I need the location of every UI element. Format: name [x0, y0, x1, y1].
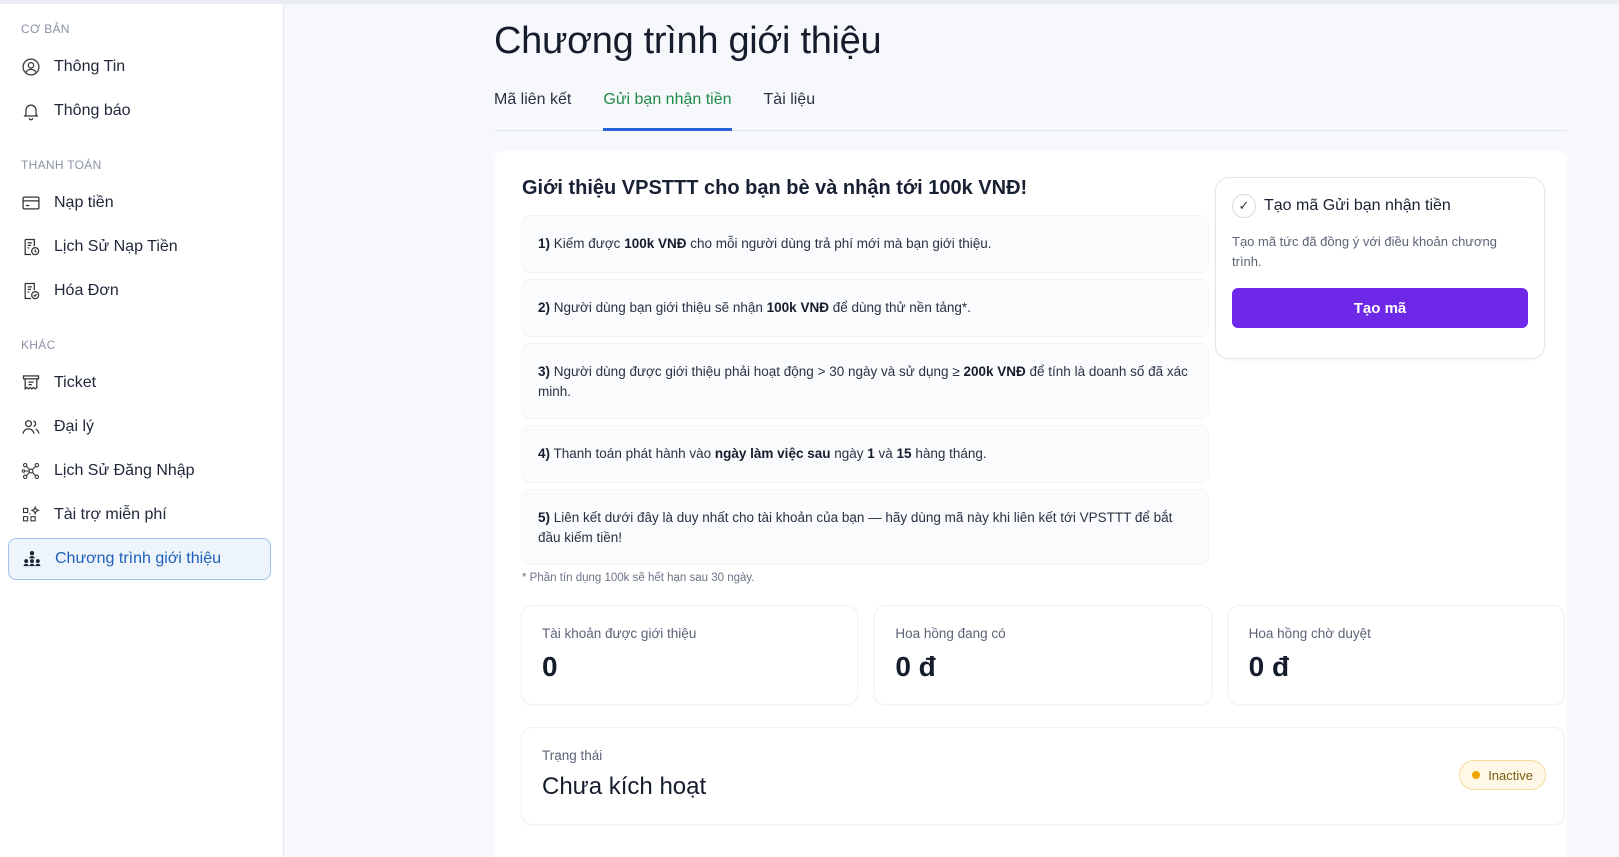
sidebar-item-agency[interactable]: Đại lý: [8, 406, 271, 448]
create-code-card: ✓ Tạo mã Gửi bạn nhận tiền Tạo mã tức đã…: [1215, 177, 1545, 359]
rule-emphasis: ngày làm việc sau: [714, 446, 831, 461]
section-label-other: KHÁC: [21, 338, 56, 352]
tab-affiliate-code[interactable]: Mã liên kết: [494, 85, 571, 131]
rule-text: và: [874, 446, 897, 461]
bell-icon: [20, 100, 42, 122]
sidebar-item-topup[interactable]: Nạp tiền: [8, 182, 271, 224]
stat-value: 0: [542, 651, 558, 682]
footnote: * Phần tín dụng 100k sẽ hết hạn sau 30 n…: [522, 572, 755, 584]
network-icon: [20, 460, 42, 482]
status-label: Trạng thái: [542, 748, 603, 763]
sidebar-item-label: Nạp tiền: [54, 194, 114, 211]
stats-row: Tài khoản được giới thiệu 0 Hoa hồng đan…: [522, 606, 1564, 704]
section-label-payment: THANH TOÁN: [21, 158, 102, 172]
rule-number: 5): [538, 510, 551, 525]
rule-item: 1) Kiếm được 100k VNĐ cho mỗi người dùng…: [522, 216, 1208, 272]
rule-text: hàng tháng.: [911, 446, 987, 461]
sidebar-item-label: Hóa Đơn: [54, 282, 119, 299]
rule-text: Thanh toán phát hành vào: [550, 446, 715, 461]
rule-item: 4) Thanh toán phát hành vào ngày làm việ…: [522, 426, 1208, 482]
org-chart-icon: [21, 548, 43, 570]
sidebar-item-label: Tài trợ miễn phí: [54, 506, 167, 523]
sidebar-item-invoices[interactable]: Hóa Đơn: [8, 270, 271, 312]
sidebar-item-ticket[interactable]: Ticket: [8, 362, 271, 404]
sidebar-item-label: Thông báo: [54, 102, 131, 119]
page-title: Chương trình giới thiệu: [494, 20, 882, 62]
sparkle-grid-icon: [20, 504, 42, 526]
status-dot-icon: [1472, 771, 1481, 779]
stat-card-available-commission: Hoa hồng đang có 0 đ: [875, 606, 1211, 704]
rule-number: 1): [538, 236, 551, 251]
sidebar-item-label: Ticket: [54, 374, 97, 391]
status-badge: Inactive: [1459, 760, 1546, 790]
create-code-card-title: Tạo mã Gửi bạn nhận tiền: [1264, 197, 1451, 214]
rule-text: Kiếm được: [550, 236, 625, 251]
tab-bar: Mã liên kết Gửi bạn nhận tiền Tài liệu: [494, 85, 1567, 131]
rule-text: Liên kết dưới đây là duy nhất cho tài kh…: [538, 510, 1173, 545]
sidebar-item-notifications[interactable]: Thông báo: [8, 90, 271, 132]
tab-documents[interactable]: Tài liệu: [764, 85, 816, 131]
credit-card-icon: [20, 192, 42, 214]
receipt-clock-icon: [20, 236, 42, 258]
stat-label: Hoa hồng đang có: [895, 626, 1006, 641]
rule-item: 3) Người dùng được giới thiệu phải hoạt …: [522, 344, 1208, 418]
stat-card-pending-commission: Hoa hồng chờ duyệt 0 đ: [1228, 606, 1564, 704]
sidebar-item-label: Lịch Sử Đăng Nhập: [54, 462, 195, 479]
sidebar-item-referral-program[interactable]: Chương trình giới thiệu: [8, 538, 271, 580]
sidebar: CƠ BẢN Thông Tin Thông báo THANH TOÁN Nạ…: [0, 4, 284, 857]
rule-emphasis: 1: [867, 446, 875, 461]
rule-emphasis: 100k VNĐ: [624, 236, 687, 251]
ticket-icon: [20, 372, 42, 394]
create-code-card-header: ✓ Tạo mã Gửi bạn nhận tiền: [1232, 194, 1528, 218]
sidebar-item-info[interactable]: Thông Tin: [8, 46, 271, 88]
rule-text: Người dùng bạn giới thiệu sẽ nhận: [550, 300, 767, 315]
status-card: Trạng thái Chưa kích hoạt Inactive: [522, 728, 1564, 824]
rule-emphasis: 200k VNĐ: [963, 364, 1026, 379]
invoice-icon: [20, 280, 42, 302]
sidebar-item-label: Chương trình giới thiệu: [55, 550, 221, 567]
tab-refer-friend[interactable]: Gửi bạn nhận tiền: [603, 85, 732, 131]
stat-label: Tài khoản được giới thiệu: [542, 626, 697, 641]
rule-number: 4): [538, 446, 551, 461]
rule-text: Người dùng được giới thiệu phải hoạt độn…: [550, 364, 964, 379]
rule-emphasis: 100k VNĐ: [766, 300, 829, 315]
user-circle-icon: [20, 56, 42, 78]
create-code-description: Tạo mã tức đã đồng ý với điều khoản chươ…: [1232, 234, 1497, 269]
app-root: CƠ BẢN Thông Tin Thông báo THANH TOÁN Nạ…: [0, 0, 1619, 857]
rule-text: cho mỗi người dùng trả phí mới mà bạn gi…: [686, 236, 992, 251]
sidebar-item-label: Đại lý: [54, 418, 95, 435]
create-code-button[interactable]: Tạo mã: [1232, 288, 1528, 328]
rule-text: để dùng thử nền tảng*.: [828, 300, 971, 315]
sidebar-item-label: Lịch Sử Nạp Tiền: [54, 238, 178, 255]
stat-value: 0 đ: [1248, 651, 1290, 682]
stat-card-referred-accounts: Tài khoản được giới thiệu 0: [522, 606, 858, 704]
rule-number: 2): [538, 300, 551, 315]
rule-text: ngày: [830, 446, 868, 461]
section-label-basic: CƠ BẢN: [21, 22, 70, 36]
check-icon: ✓: [1232, 194, 1256, 218]
stat-value: 0 đ: [895, 651, 936, 682]
sidebar-item-label: Thông Tin: [54, 58, 126, 75]
rule-item: 5) Liên kết dưới đây là duy nhất cho tài…: [522, 490, 1208, 564]
main-content: Chương trình giới thiệu Mã liên kết Gửi …: [284, 4, 1619, 857]
sidebar-item-login-history[interactable]: Lịch Sử Đăng Nhập: [8, 450, 271, 492]
rules-list: 1) Kiếm được 100k VNĐ cho mỗi người dùng…: [522, 216, 1208, 564]
sidebar-item-sponsorship[interactable]: Tài trợ miễn phí: [8, 494, 271, 536]
rule-number: 3): [538, 364, 551, 379]
referral-panel: Giới thiệu VPSTTT cho bạn bè và nhận tới…: [494, 151, 1567, 857]
sidebar-item-topup-history[interactable]: Lịch Sử Nạp Tiền: [8, 226, 271, 268]
rule-emphasis: 15: [896, 446, 912, 461]
status-value: Chưa kích hoạt: [542, 773, 707, 800]
status-badge-label: Inactive: [1488, 767, 1533, 783]
stat-label: Hoa hồng chờ duyệt: [1248, 626, 1371, 641]
rule-item: 2) Người dùng bạn giới thiệu sẽ nhận 100…: [522, 280, 1208, 336]
users-icon: [20, 416, 42, 438]
